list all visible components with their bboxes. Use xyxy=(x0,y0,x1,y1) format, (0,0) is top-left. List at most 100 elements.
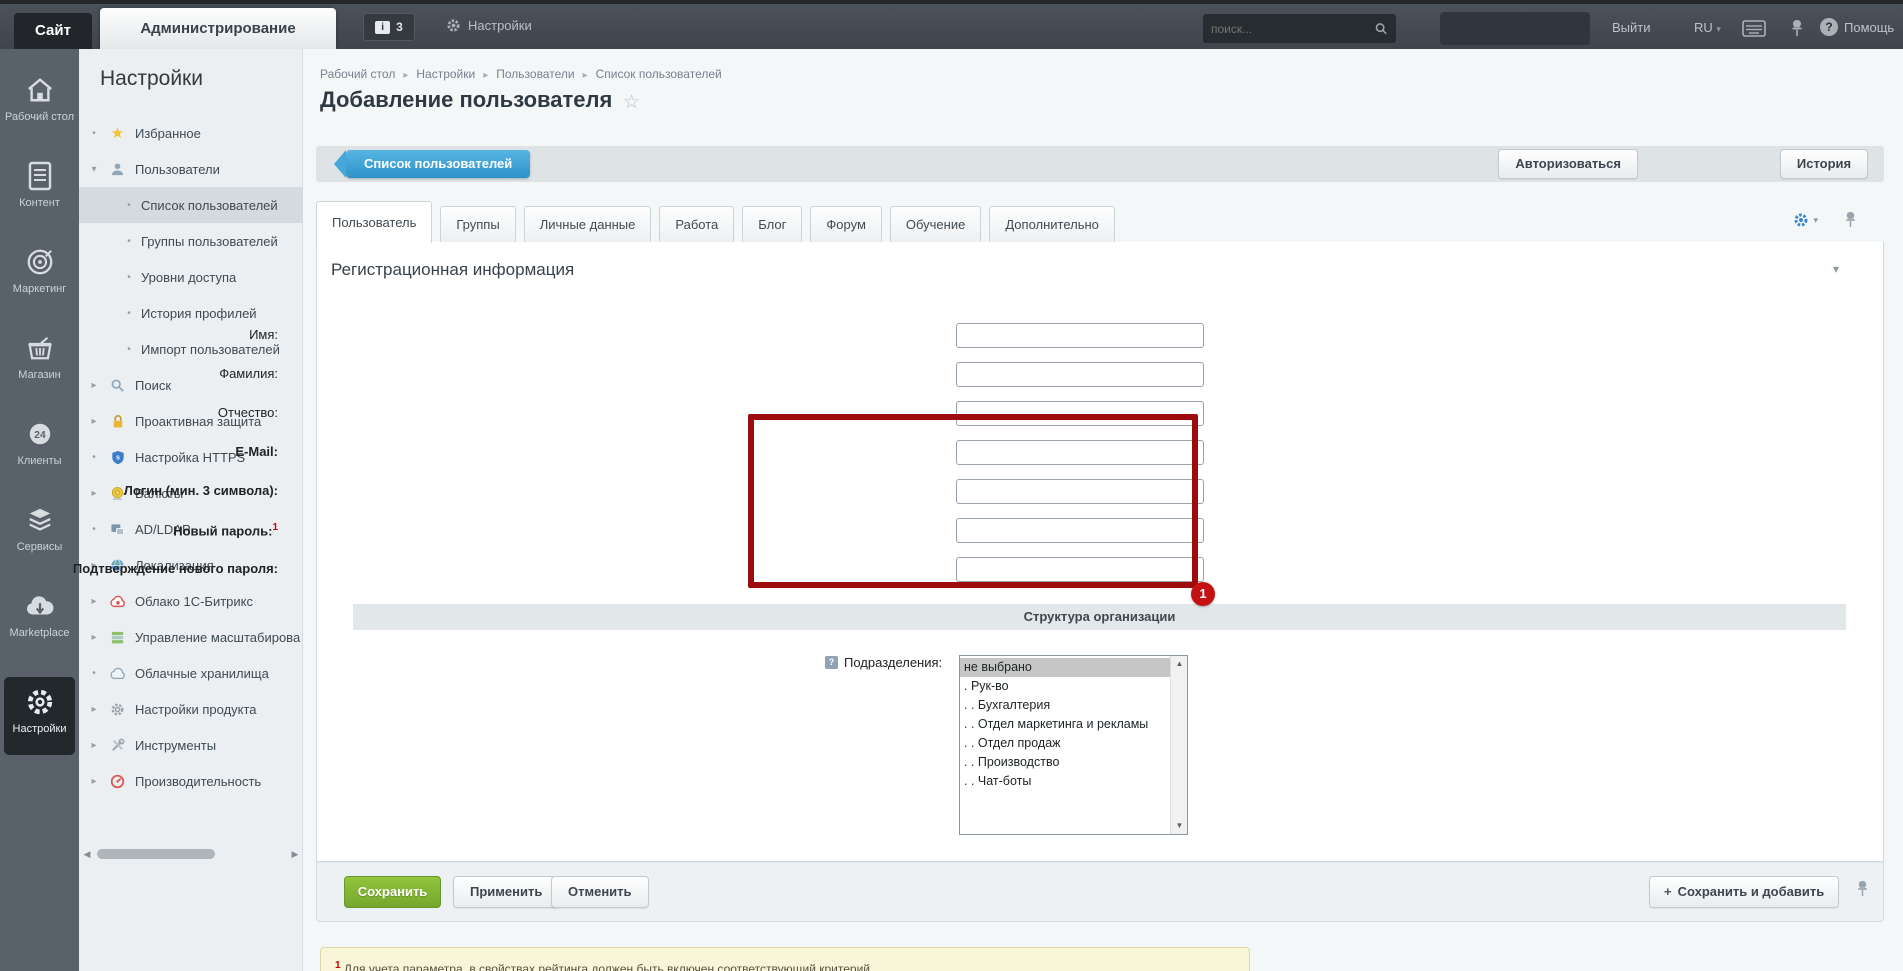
sidebar-item-profile-history[interactable]: • История профилей xyxy=(79,295,303,331)
target-icon xyxy=(23,247,57,277)
rail-item-desktop[interactable]: Рабочий стол xyxy=(0,75,79,123)
breadcrumb-users[interactable]: Пользователи xyxy=(496,67,587,81)
sidebar-item-access-levels[interactable]: • Уровни доступа xyxy=(79,259,303,295)
tab-work[interactable]: Работа xyxy=(659,206,735,242)
tab-learning[interactable]: Обучение xyxy=(889,206,982,242)
input-lastname[interactable] xyxy=(956,362,1204,387)
listbox-option[interactable]: . . Чат-боты xyxy=(960,772,1170,791)
notifications-button[interactable]: i 3 xyxy=(363,13,415,41)
scroll-up-arrow[interactable]: ▲ xyxy=(1171,656,1188,672)
sidebar-item-user-groups[interactable]: • Группы пользователей xyxy=(79,223,303,259)
tab-administration[interactable]: Администрирование xyxy=(100,8,336,49)
breadcrumb-user-list[interactable]: Список пользователей xyxy=(596,67,722,81)
search-box xyxy=(1203,14,1396,43)
footnote-box: 1 Для учета параметра, в свойствах рейти… xyxy=(320,947,1250,971)
sidebar-item-tools[interactable]: ▸ Инструменты xyxy=(79,727,303,763)
collapse-chevron-icon[interactable]: ▾ xyxy=(1833,262,1839,276)
footer-button-bar: Сохранить Применить Отменить + Сохранить … xyxy=(316,862,1884,922)
input-login[interactable] xyxy=(956,479,1204,504)
form-row-new-password: Новый пароль:1 xyxy=(173,518,1217,544)
lock-icon xyxy=(109,413,126,430)
form-panel: Регистрационная информация ▾ Имя: Фамили… xyxy=(73,242,1884,862)
pin-icon[interactable] xyxy=(1843,210,1858,229)
rail-item-marketplace[interactable]: Marketplace xyxy=(0,591,79,639)
input-email[interactable] xyxy=(956,440,1204,465)
tab-additional[interactable]: Дополнительно xyxy=(989,206,1115,242)
gauge-icon xyxy=(109,773,126,790)
search-input[interactable] xyxy=(1203,21,1374,36)
field-label: Подтверждение нового пароля: xyxy=(72,561,278,576)
tab-settings-gear[interactable]: ▾ xyxy=(1793,212,1818,228)
sidebar-item-favorites[interactable]: • ★ Избранное xyxy=(79,115,303,151)
tab-groups[interactable]: Группы xyxy=(440,206,516,242)
input-confirm-password[interactable] xyxy=(956,557,1204,582)
language-selector[interactable]: RU ▾ xyxy=(1694,20,1721,35)
sidebar-item-user-list[interactable]: • Список пользователей xyxy=(79,187,303,223)
annotation-badge: 1 xyxy=(1191,582,1215,606)
help-icon[interactable]: ? xyxy=(1820,18,1838,36)
rail-item-settings[interactable]: Настройки xyxy=(0,687,79,735)
listbox-option[interactable]: . . Производство xyxy=(960,753,1170,772)
listbox-option[interactable]: не выбрано xyxy=(960,658,1170,677)
tab-personal-data[interactable]: Личные данные xyxy=(523,206,652,242)
input-middlename[interactable] xyxy=(956,401,1204,426)
save-button[interactable]: Сохранить xyxy=(344,876,441,908)
search-icon[interactable] xyxy=(1374,21,1388,36)
breadcrumb-desktop[interactable]: Рабочий стол xyxy=(320,67,408,81)
info-icon[interactable]: ? xyxy=(825,656,838,669)
plus-icon: + xyxy=(1664,884,1672,899)
logout-link[interactable]: Выйти xyxy=(1612,20,1651,35)
rail-item-content[interactable]: Контент xyxy=(0,161,79,209)
field-label: Новый пароль:1 xyxy=(173,522,278,539)
sidebar-item-cloud-storage[interactable]: • Облачные хранилища xyxy=(79,655,303,691)
departments-label: Подразделения: xyxy=(844,655,943,670)
listbox-option[interactable]: . . Отдел продаж xyxy=(960,734,1170,753)
topbar-settings-button[interactable]: Настройки xyxy=(446,18,532,33)
back-to-list-ribbon[interactable]: Список пользователей xyxy=(333,150,531,178)
svg-text:s: s xyxy=(116,454,120,461)
shield-icon: s xyxy=(109,449,126,466)
cancel-button[interactable]: Отменить xyxy=(551,876,649,908)
favorite-star-icon[interactable]: ☆ xyxy=(623,91,640,114)
pin-icon[interactable] xyxy=(1789,19,1805,37)
apply-button[interactable]: Применить xyxy=(453,876,560,908)
sidebar-item-bitrix-cloud[interactable]: ▸ Облако 1С-Битрикс xyxy=(79,583,303,619)
tab-blog[interactable]: Блог xyxy=(742,206,803,242)
input-new-password[interactable] xyxy=(956,518,1204,543)
listbox-option[interactable]: . . Бухгалтерия xyxy=(960,696,1170,715)
scroll-left-arrow[interactable]: ◀ xyxy=(79,849,95,860)
cloud-download-icon xyxy=(23,591,57,621)
red-cloud-icon xyxy=(109,593,126,610)
sidebar-horizontal-scrollbar: ◀ ▶ xyxy=(79,845,303,863)
sidebar-item-users[interactable]: ▾ Пользователи xyxy=(79,151,303,187)
tab-user[interactable]: Пользователь xyxy=(316,201,433,243)
sidebar-item-scaling-management[interactable]: ▸ Управление масштабирова xyxy=(79,619,303,655)
rail-item-services[interactable]: Сервисы xyxy=(0,505,79,553)
keyboard-icon[interactable] xyxy=(1742,20,1766,37)
scrollbar-thumb[interactable] xyxy=(97,849,215,859)
save-and-add-button[interactable]: + Сохранить и добавить xyxy=(1649,876,1840,908)
rail-item-marketing[interactable]: Маркетинг xyxy=(0,247,79,295)
rail-item-shop[interactable]: Магазин xyxy=(0,333,79,381)
pin-icon[interactable] xyxy=(1855,879,1870,898)
footnote-marker: 1 xyxy=(335,960,341,971)
tools-icon xyxy=(109,737,126,754)
scroll-right-arrow[interactable]: ▶ xyxy=(287,849,303,860)
listbox-option[interactable]: . . Отдел маркетинга и рекламы xyxy=(960,715,1170,734)
input-name[interactable] xyxy=(956,323,1204,348)
topbar-settings-label: Настройки xyxy=(468,18,532,33)
scroll-down-arrow[interactable]: ▼ xyxy=(1171,818,1188,834)
breadcrumb-settings[interactable]: Настройки xyxy=(416,67,488,81)
sidebar-item-product-settings[interactable]: ▸ Настройки продукта xyxy=(79,691,303,727)
user-account-area[interactable] xyxy=(1440,12,1590,45)
sidebar-item-performance[interactable]: ▸ Производительность xyxy=(79,763,303,799)
chevron-down-icon: ▾ xyxy=(1716,24,1721,34)
rail-item-clients[interactable]: 24 Клиенты xyxy=(0,419,79,467)
tab-forum[interactable]: Форум xyxy=(810,206,882,242)
form-row-email: E-Mail: xyxy=(235,440,1217,466)
help-link[interactable]: Помощь xyxy=(1844,20,1894,35)
history-button[interactable]: История xyxy=(1780,149,1868,179)
listbox-option[interactable]: . Рук-во xyxy=(960,677,1170,696)
authorize-button[interactable]: Авторизоваться xyxy=(1498,149,1638,179)
tab-site[interactable]: Сайт xyxy=(14,13,92,49)
